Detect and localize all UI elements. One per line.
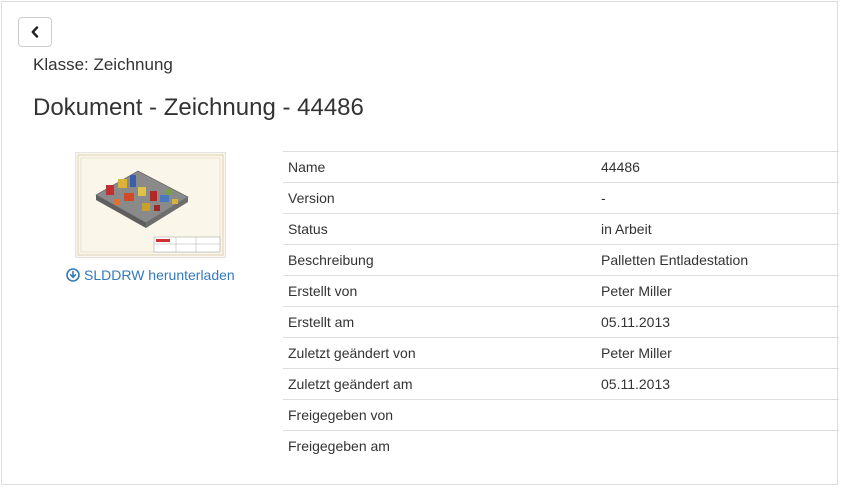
back-button[interactable] bbox=[18, 17, 52, 47]
table-row: Freigegeben am bbox=[283, 430, 839, 461]
table-row: Name 44486 bbox=[283, 151, 839, 183]
property-value: 05.11.2013 bbox=[596, 306, 839, 338]
property-key: Erstellt am bbox=[283, 306, 596, 338]
chevron-left-icon bbox=[31, 26, 39, 38]
property-key: Name bbox=[283, 151, 596, 183]
property-key: Erstellt von bbox=[283, 275, 596, 307]
download-link-label: SLDDRW herunterladen bbox=[84, 267, 235, 283]
table-row: Beschreibung Palletten Entladestation bbox=[283, 244, 839, 276]
property-key: Zuletzt geändert von bbox=[283, 337, 596, 369]
document-class-label: Klasse: Zeichnung bbox=[33, 55, 173, 74]
property-key: Version bbox=[283, 182, 596, 214]
property-value bbox=[596, 430, 839, 461]
property-key: Zuletzt geändert am bbox=[283, 368, 596, 400]
property-value: Peter Miller bbox=[596, 337, 839, 369]
download-circle-icon bbox=[66, 268, 80, 282]
property-value: Palletten Entladestation bbox=[596, 244, 839, 276]
table-row: Status in Arbeit bbox=[283, 213, 839, 245]
property-value: - bbox=[596, 182, 839, 214]
property-key: Freigegeben am bbox=[283, 430, 596, 461]
page-title: Dokument - Zeichnung - 44486 bbox=[33, 94, 364, 121]
property-key: Freigegeben von bbox=[283, 399, 596, 431]
property-key: Beschreibung bbox=[283, 244, 596, 276]
table-row: Zuletzt geändert am 05.11.2013 bbox=[283, 368, 839, 400]
download-slddrw-link[interactable]: SLDDRW herunterladen bbox=[66, 267, 235, 283]
drawing-thumbnail[interactable] bbox=[75, 152, 226, 258]
table-row: Version - bbox=[283, 182, 839, 214]
document-properties-table: Name 44486 Version - Status in Arbeit Be… bbox=[283, 151, 839, 461]
property-value: in Arbeit bbox=[596, 213, 839, 245]
property-value: Peter Miller bbox=[596, 275, 839, 307]
property-value: 05.11.2013 bbox=[596, 368, 839, 400]
table-row: Zuletzt geändert von Peter Miller bbox=[283, 337, 839, 369]
table-row: Freigegeben von bbox=[283, 399, 839, 431]
property-key: Status bbox=[283, 213, 596, 245]
drawing-preview-image bbox=[77, 154, 224, 256]
table-row: Erstellt von Peter Miller bbox=[283, 275, 839, 307]
table-row: Erstellt am 05.11.2013 bbox=[283, 306, 839, 338]
property-value bbox=[596, 399, 839, 431]
property-value: 44486 bbox=[596, 151, 839, 183]
